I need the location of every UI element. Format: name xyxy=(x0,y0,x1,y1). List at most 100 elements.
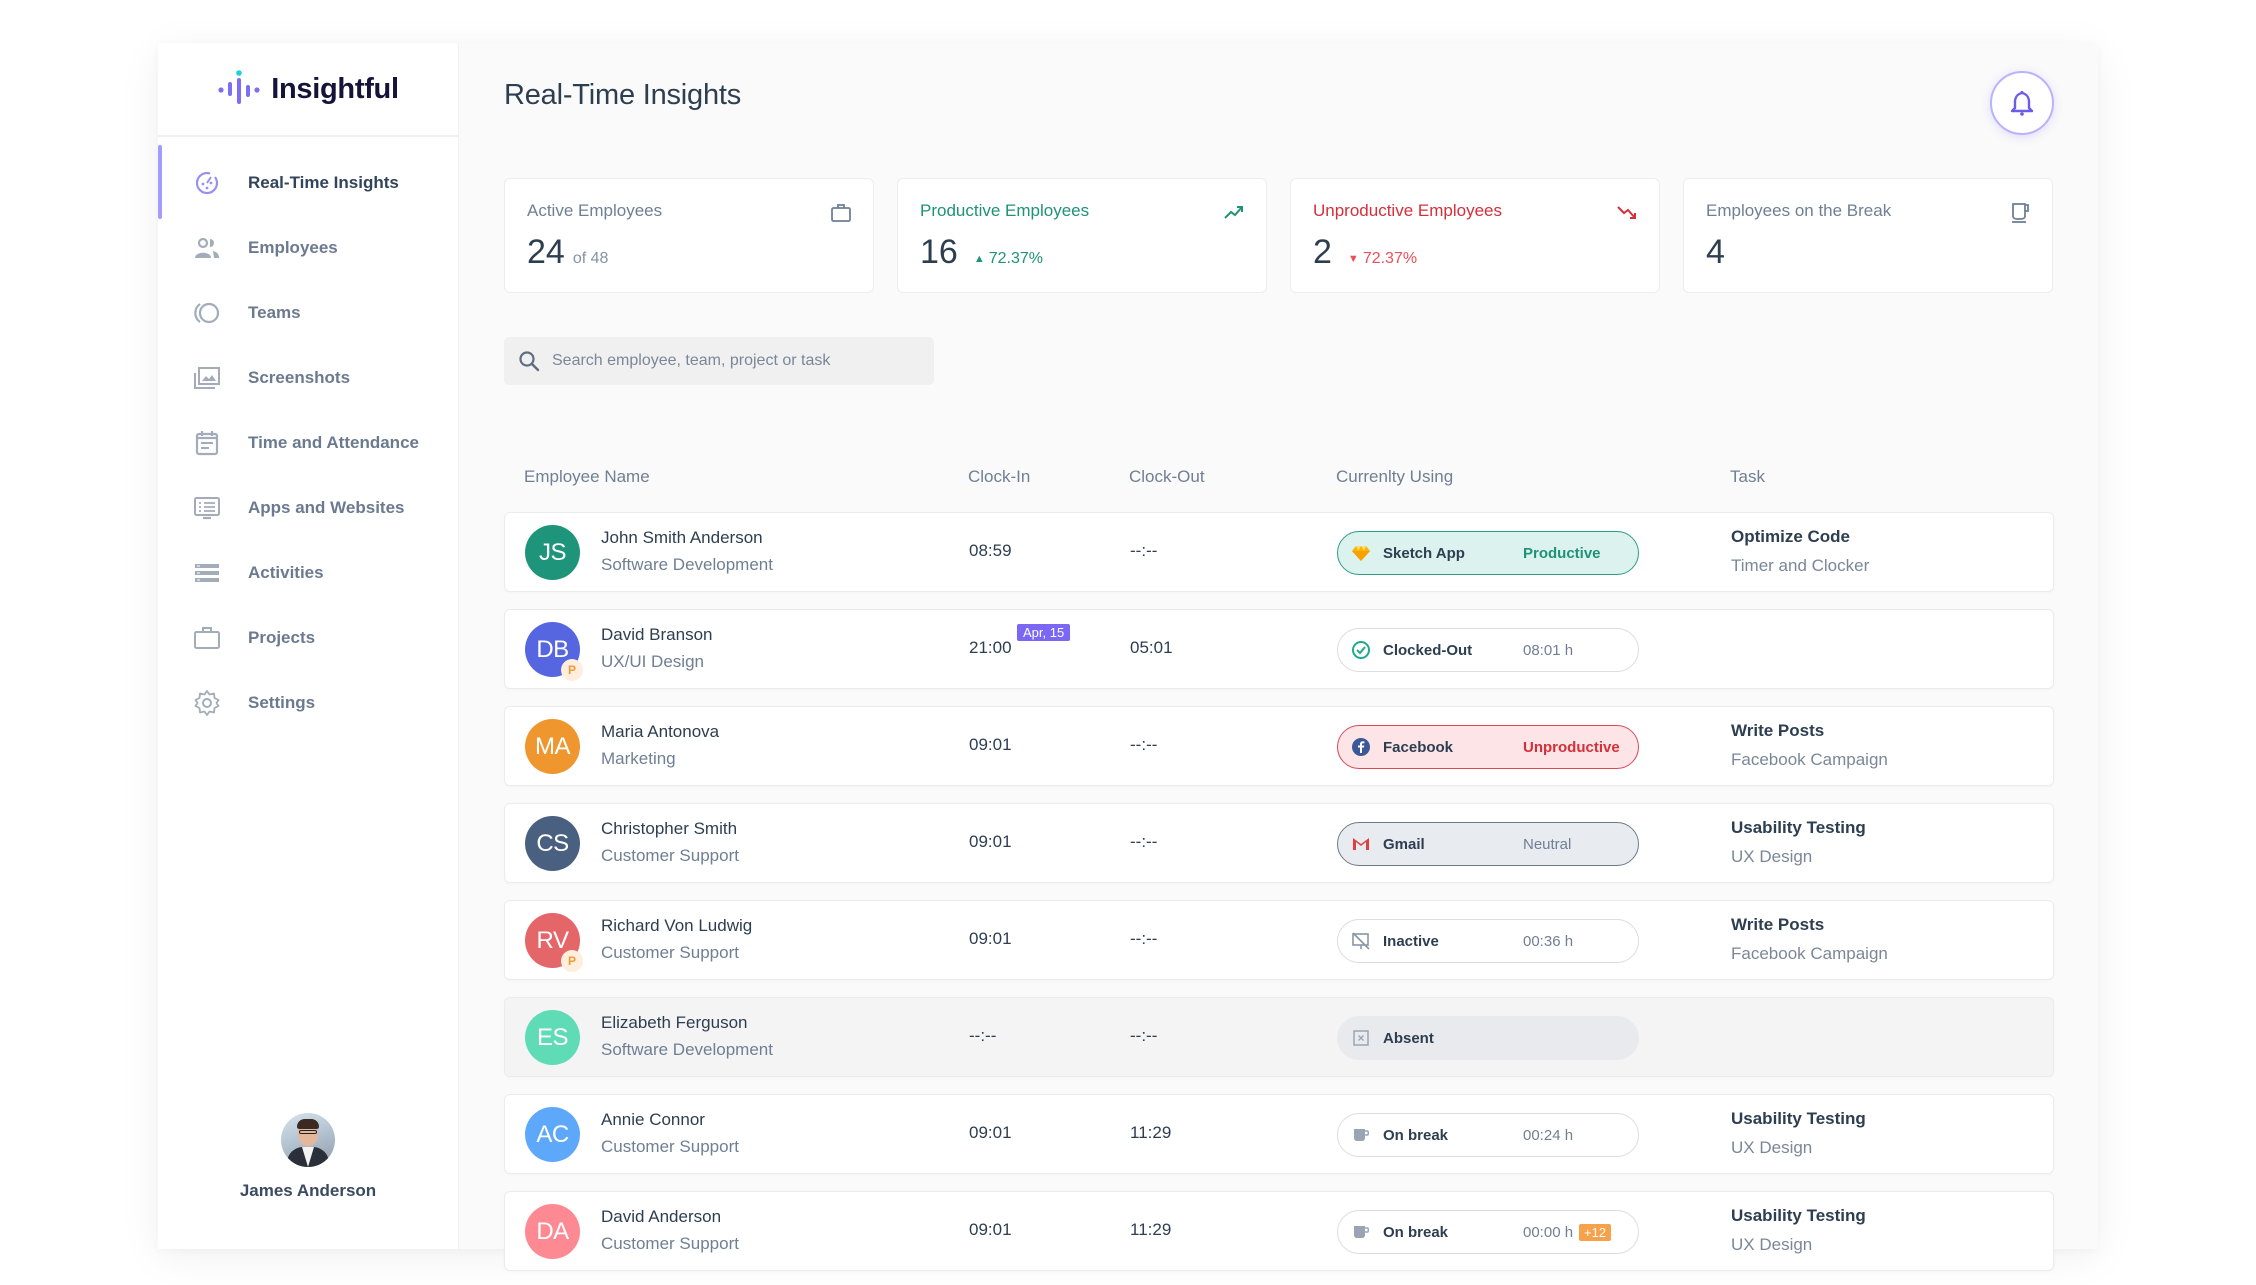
stat-delta-value: 72.37% xyxy=(1362,250,1418,267)
task-title[interactable]: Usability Testing xyxy=(1731,1206,1866,1226)
using-label: Inactive xyxy=(1383,932,1439,950)
column-header-clock-out[interactable]: Clock-Out xyxy=(1129,467,1205,487)
employee-name[interactable]: Richard Von Ludwig xyxy=(601,916,752,936)
user-name: James Anderson xyxy=(239,1181,377,1200)
sidebar-item-projects[interactable]: Projects xyxy=(158,605,458,670)
employee-avatar: CS xyxy=(525,816,580,871)
stat-title: Productive Employees xyxy=(920,201,1090,220)
currently-using-pill[interactable]: Facebook Unproductive xyxy=(1337,725,1639,769)
table-row[interactable]: JS John Smith Anderson Software Developm… xyxy=(504,512,2054,592)
task-project: UX Design xyxy=(1731,1138,1813,1157)
page-title: Real-Time Insights xyxy=(504,79,742,111)
employee-department: Customer Support xyxy=(601,1137,739,1156)
clock-in-time: 09:01 xyxy=(969,832,1012,851)
sidebar-item-screenshots[interactable]: Screenshots xyxy=(158,345,458,410)
stat-delta-value: 72.37% xyxy=(988,250,1043,267)
currently-using-pill[interactable]: Clocked-Out 08:01 h xyxy=(1337,628,1639,672)
column-header-currently-using[interactable]: Currenlty Using xyxy=(1336,467,1453,487)
badge-label: P xyxy=(567,663,576,677)
using-label: Facebook xyxy=(1383,738,1454,756)
gmail-icon xyxy=(1350,833,1372,855)
currently-using-pill[interactable]: Inactive 00:36 h xyxy=(1337,919,1639,963)
column-header-employee-name[interactable]: Employee Name xyxy=(524,467,650,487)
task-title[interactable]: Write Posts xyxy=(1731,915,1824,935)
employee-name[interactable]: Annie Connor xyxy=(601,1110,705,1130)
currently-using-pill[interactable]: On break 00:00 h +12 xyxy=(1337,1210,1639,1254)
clock-out-time: --:-- xyxy=(1130,1026,1158,1045)
currently-using-pill[interactable]: On break 00:24 h xyxy=(1337,1113,1639,1157)
using-label: Gmail xyxy=(1383,835,1425,853)
sidebar-nav: Real-Time Insights Employees Teams Scree… xyxy=(158,145,458,735)
notifications-button[interactable] xyxy=(1990,71,2054,135)
app-window: Insightful Real-Time Insights Employees … xyxy=(158,43,2098,1271)
realtime-icon xyxy=(192,168,222,198)
sidebar-item-label: Screenshots xyxy=(248,367,351,387)
clock-in-time: 21:00 xyxy=(969,638,1012,657)
search-bar[interactable] xyxy=(504,337,934,385)
employee-name[interactable]: Elizabeth Ferguson xyxy=(601,1013,747,1033)
table-row[interactable]: RV P Richard Von Ludwig Customer Support… xyxy=(504,900,2054,980)
user-avatar[interactable] xyxy=(281,1113,335,1167)
sidebar-item-real-time-insights[interactable]: Real-Time Insights xyxy=(158,145,458,219)
column-header-task[interactable]: Task xyxy=(1730,467,1765,487)
table-row[interactable]: MA Maria Antonova Marketing 09:01 --:-- … xyxy=(504,706,2054,786)
table-row[interactable]: ES Elizabeth Ferguson Software Developme… xyxy=(504,997,2054,1077)
task-project: UX Design xyxy=(1731,1235,1813,1254)
employee-name[interactable]: Maria Antonova xyxy=(601,722,719,742)
task-title[interactable]: Usability Testing xyxy=(1731,1109,1866,1129)
sidebar-item-activities[interactable]: Activities xyxy=(158,540,458,605)
stat-card-productive-employees[interactable]: Productive Employees 16 ▲ 72.37% xyxy=(897,178,1267,293)
stat-value: 16 xyxy=(920,233,958,271)
calendar-icon xyxy=(192,428,222,458)
table-row[interactable]: DA David Anderson Customer Support 09:01… xyxy=(504,1191,2054,1271)
check-circle-icon xyxy=(1350,639,1372,661)
task-title[interactable]: Usability Testing xyxy=(1731,818,1866,838)
using-status: Productive xyxy=(1523,544,1601,562)
employee-department: Software Development xyxy=(601,1040,773,1059)
sidebar-item-employees[interactable]: Employees xyxy=(158,215,458,280)
sidebar-item-label: Apps and Websites xyxy=(248,497,405,517)
employee-name[interactable]: David Branson xyxy=(601,625,713,645)
currently-using-pill[interactable]: Sketch App Productive xyxy=(1337,531,1639,575)
avatar-badge: P xyxy=(561,950,583,972)
table-row[interactable]: CS Christopher Smith Customer Support 09… xyxy=(504,803,2054,883)
task-title[interactable]: Optimize Code xyxy=(1731,527,1850,547)
currently-using-pill[interactable]: Absent xyxy=(1337,1016,1639,1060)
sidebar-item-settings[interactable]: Settings xyxy=(158,670,458,735)
task-title[interactable]: Write Posts xyxy=(1731,721,1824,741)
employee-department: Software Development xyxy=(601,555,773,574)
avatar-initials: JS xyxy=(538,538,567,566)
column-header-clock-in[interactable]: Clock-In xyxy=(968,467,1030,487)
using-label: Clocked-Out xyxy=(1383,641,1473,659)
clock-in-time: 09:01 xyxy=(969,1220,1012,1239)
employee-name[interactable]: David Anderson xyxy=(601,1207,721,1227)
table-row[interactable]: AC Annie Connor Customer Support 09:01 1… xyxy=(504,1094,2054,1174)
sidebar-item-teams[interactable]: Teams xyxy=(158,280,458,345)
search-input[interactable] xyxy=(552,352,932,370)
stat-card-employees-on-break[interactable]: Employees on the Break 4 xyxy=(1683,178,2053,293)
brand-logo[interactable]: Insightful xyxy=(158,43,458,137)
user-profile[interactable]: James Anderson xyxy=(158,1113,458,1201)
employee-name[interactable]: John Smith Anderson xyxy=(601,528,763,548)
clock-out-time: --:-- xyxy=(1130,735,1158,754)
stat-card-unproductive-employees[interactable]: Unproductive Employees 2 ▼ 72.37% xyxy=(1290,178,1660,293)
table-row[interactable]: DB P David Branson UX/UI Design 21:00 Ap… xyxy=(504,609,2054,689)
using-status: Neutral xyxy=(1523,835,1572,853)
sidebar-item-label: Employees xyxy=(248,237,338,257)
employee-name[interactable]: Christopher Smith xyxy=(601,819,737,839)
clock-out-time: 11:29 xyxy=(1130,1123,1172,1142)
coffee-icon xyxy=(1350,1124,1372,1146)
clock-out-time: 05:01 xyxy=(1130,638,1173,657)
sidebar-item-apps-and-websites[interactable]: Apps and Websites xyxy=(158,475,458,540)
stat-card-active-employees[interactable]: Active Employees 24 of 48 xyxy=(504,178,874,293)
stat-sub: of 48 xyxy=(572,250,609,267)
using-label: On break xyxy=(1383,1223,1449,1241)
avatar-initials: AC xyxy=(536,1120,569,1148)
sidebar-item-time-and-attendance[interactable]: Time and Attendance xyxy=(158,410,458,475)
currently-using-pill[interactable]: Gmail Neutral xyxy=(1337,822,1639,866)
clock-out-time: --:-- xyxy=(1130,929,1158,948)
activities-icon xyxy=(192,558,222,588)
task-project: Facebook Campaign xyxy=(1731,944,1888,963)
absent-icon xyxy=(1350,1027,1372,1049)
stat-delta: ▲ 72.37% xyxy=(974,250,1043,268)
